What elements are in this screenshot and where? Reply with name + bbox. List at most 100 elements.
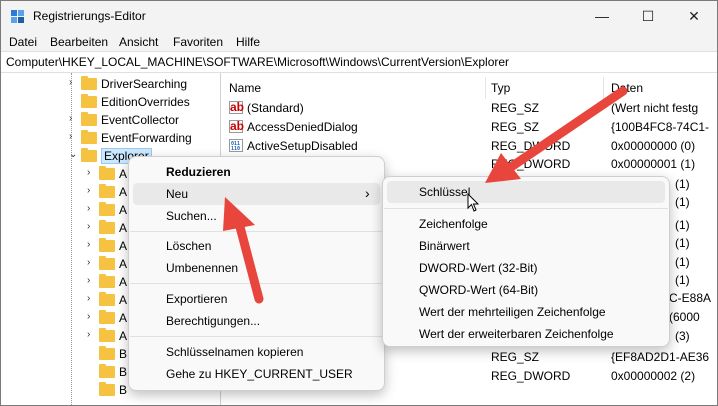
value-type: REG_SZ: [491, 101, 540, 115]
menu-item-label: Gehe zu HKEY_CURRENT_USER: [166, 367, 353, 381]
value-data: 0x00000000 (0): [611, 139, 696, 153]
submenu-item-key[interactable]: Schlüssel: [387, 181, 665, 203]
folder-icon: [81, 112, 97, 126]
value-name: AccessDeniedDialog: [247, 120, 358, 134]
value-type: REG_SZ: [491, 350, 540, 364]
menu-item-export[interactable]: Exportieren: [133, 288, 380, 310]
chevron-right-icon: ›: [365, 185, 370, 201]
tree-item-driversearching[interactable]: › DriverSearching: [69, 75, 219, 93]
menu-bar: Datei Bearbeiten Ansicht Favoriten Hilfe: [1, 33, 717, 51]
string-value-icon: ab: [229, 119, 245, 133]
menu-item-new[interactable]: Neu ›: [133, 183, 380, 205]
menu-item-collapse[interactable]: Reduzieren: [133, 161, 380, 183]
folder-icon: [99, 364, 115, 378]
window-title: Registrierungs-Editor: [33, 9, 146, 23]
chevron-right-icon[interactable]: ›: [87, 257, 97, 268]
tree-item-label: DriverSearching: [101, 77, 188, 91]
address-bar[interactable]: Computer\HKEY_LOCAL_MACHINE\SOFTWARE\Mic…: [1, 51, 717, 73]
mouse-cursor-icon: [467, 193, 480, 212]
menu-favorites[interactable]: Favoriten: [173, 35, 223, 49]
svg-text:110: 110: [231, 146, 240, 152]
folder-icon: [81, 94, 97, 108]
menu-item-rename[interactable]: Umbenennen: [133, 257, 380, 279]
tree-item-label: EventForwarding: [101, 131, 192, 145]
registry-editor-icon: [11, 10, 24, 23]
chevron-right-icon[interactable]: ›: [87, 239, 97, 250]
chevron-right-icon[interactable]: ›: [87, 221, 97, 232]
menu-divider: [384, 208, 668, 209]
menu-item-label: Wert der mehrteiligen Zeichenfolge: [419, 305, 606, 319]
menu-item-delete[interactable]: Löschen: [133, 235, 380, 257]
folder-icon: [99, 274, 115, 288]
value-data-fragment: (3): [675, 329, 690, 343]
value-data-fragment: (1): [675, 195, 690, 209]
title-bar: Registrierungs-Editor — ☐ ✕: [1, 1, 717, 33]
column-header-name[interactable]: Name: [229, 81, 261, 95]
menu-item-label: Neu: [166, 187, 189, 201]
minimize-button[interactable]: —: [579, 1, 625, 32]
tree-item-eventcollector[interactable]: › EventCollector: [69, 111, 219, 129]
chevron-right-icon[interactable]: ›: [87, 329, 97, 340]
submenu-item-qword[interactable]: QWORD-Wert (64-Bit): [387, 279, 665, 301]
tree-item-editionoverrides[interactable]: EditionOverrides: [69, 93, 219, 111]
submenu-item-string[interactable]: Zeichenfolge: [387, 213, 665, 235]
menu-item-label: Wert der erweiterbaren Zeichenfolge: [419, 327, 614, 341]
value-data-fragment: (6000: [669, 310, 700, 324]
submenu-item-multistring[interactable]: Wert der mehrteiligen Zeichenfolge: [387, 301, 665, 323]
maximize-button[interactable]: ☐: [625, 1, 671, 32]
tree-item-label: EditionOverrides: [101, 95, 190, 109]
close-button[interactable]: ✕: [671, 1, 717, 32]
submenu-item-dword[interactable]: DWORD-Wert (32-Bit): [387, 257, 665, 279]
menu-item-label: Binärwert: [419, 239, 470, 253]
folder-icon: [99, 382, 115, 396]
value-data: 0x00000001 (1): [611, 157, 696, 171]
address-path[interactable]: Computer\HKEY_LOCAL_MACHINE\SOFTWARE\Mic…: [6, 55, 509, 69]
binary-value-icon: 011110: [229, 139, 243, 152]
chevron-right-icon[interactable]: ›: [69, 77, 79, 88]
value-row[interactable]: ab AccessDeniedDialog REG_SZ {100B4FC8-7…: [223, 118, 717, 136]
menu-view[interactable]: Ansicht: [119, 35, 158, 49]
value-data: {100B4FC8-74C1-: [611, 120, 710, 134]
menu-item-goto-hkcu[interactable]: Gehe zu HKEY_CURRENT_USER: [133, 363, 380, 385]
value-name: (Standard): [247, 101, 304, 115]
menu-edit[interactable]: Bearbeiten: [50, 35, 108, 49]
tree-item-label: B: [119, 365, 128, 379]
column-divider[interactable]: [485, 77, 486, 99]
registry-editor-window: Registrierungs-Editor — ☐ ✕ Datei Bearbe…: [0, 0, 718, 406]
column-divider[interactable]: [603, 77, 604, 99]
value-name: ActiveSetupDisabled: [247, 139, 358, 153]
chevron-right-icon[interactable]: ›: [69, 131, 79, 142]
tree-item-label: B: [119, 347, 128, 361]
value-data-fragment: (1): [675, 273, 690, 287]
chevron-right-icon[interactable]: ›: [87, 203, 97, 214]
chevron-right-icon[interactable]: ›: [69, 113, 79, 124]
chevron-right-icon[interactable]: ›: [87, 275, 97, 286]
chevron-right-icon[interactable]: ›: [87, 167, 97, 178]
menu-item-permissions[interactable]: Berechtigungen...: [133, 310, 380, 332]
column-header-data[interactable]: Daten: [611, 81, 643, 95]
tree-item-eventforwarding[interactable]: › EventForwarding: [69, 129, 219, 147]
folder-icon: [99, 310, 115, 324]
menu-item-label: Schlüssel: [419, 185, 471, 199]
menu-item-search[interactable]: Suchen...: [133, 205, 380, 227]
value-type: REG_DWORD: [491, 157, 571, 171]
submenu-item-expandstring[interactable]: Wert der erweiterbaren Zeichenfolge: [387, 323, 665, 345]
chevron-down-icon[interactable]: ⌄: [69, 149, 79, 160]
folder-icon: [99, 256, 115, 270]
column-header-type[interactable]: Typ: [491, 81, 510, 95]
folder-icon: [81, 148, 97, 162]
menu-item-label: Schlüsselnamen kopieren: [166, 345, 304, 359]
menu-help[interactable]: Hilfe: [236, 35, 260, 49]
tree-item-label: A: [119, 329, 128, 343]
menu-divider: [130, 336, 383, 337]
value-row[interactable]: ab (Standard) REG_SZ (Wert nicht festg: [223, 99, 717, 117]
chevron-right-icon[interactable]: ›: [87, 185, 97, 196]
value-row[interactable]: 011 110 ActiveSetupDisabled REG_DWORD 0x0…: [223, 137, 717, 155]
menu-item-copy-key-name[interactable]: Schlüsselnamen kopieren: [133, 341, 380, 363]
value-data-fragment: (1): [675, 177, 690, 191]
chevron-right-icon[interactable]: ›: [87, 293, 97, 304]
menu-file[interactable]: Datei: [9, 35, 37, 49]
chevron-right-icon[interactable]: ›: [87, 311, 97, 322]
submenu-item-binary[interactable]: Binärwert: [387, 235, 665, 257]
folder-icon: [99, 166, 115, 180]
